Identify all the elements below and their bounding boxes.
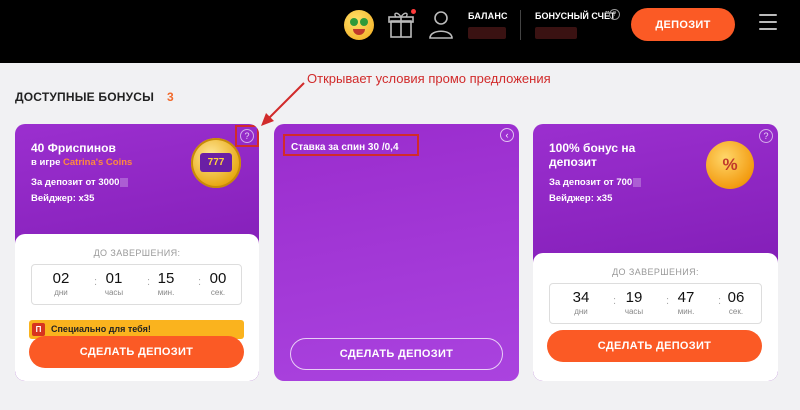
make-deposit-button[interactable]: СДЕЛАТЬ ДЕПОЗИТ [29, 336, 244, 368]
make-deposit-button-outline[interactable]: СДЕЛАТЬ ДЕПОЗИТ [290, 338, 503, 370]
help-question-icon[interactable]: ? [240, 129, 254, 143]
back-chevron-icon[interactable]: ‹ [500, 128, 514, 142]
balance-label: БАЛАНС [468, 11, 508, 21]
timer-seconds: 06 сек. [727, 289, 745, 316]
notification-dot [411, 9, 416, 14]
card-wager-line: Вейджер: x35 [549, 193, 613, 204]
annotation-arrow-icon [261, 82, 305, 126]
timer-caption: ДО ЗАВЕРШЕНИЯ: [93, 248, 181, 258]
timer-days: 34 дни [572, 289, 590, 316]
deposit-text: За депозит от 3000 [31, 177, 120, 188]
card-title: 40 Фриспинов [31, 141, 116, 155]
game-name-link[interactable]: Catrina's Coins [63, 157, 132, 168]
card-title-line2: депозит [549, 155, 597, 169]
card-wager-line: Вейджер: x35 [31, 193, 95, 204]
timer-hours: 19 часы [624, 289, 644, 316]
menu-icon[interactable] [759, 14, 777, 32]
card-deposit-line: За депозит от 700 [549, 177, 642, 188]
money-face-emoji-icon[interactable] [344, 10, 374, 40]
card-title: 100% бонус на депозит [549, 141, 635, 169]
currency-redacted [633, 177, 642, 187]
slot-machine-icon: 777 [191, 138, 241, 188]
timer-hours: 01 часы [104, 270, 124, 297]
bonus-card-conditions: Ставка за спин 30 /0,4 ‹ СДЕЛАТЬ ДЕПОЗИТ [274, 124, 519, 381]
card-timer-panel: ДО ЗАВЕРШЕНИЯ: 02 дни : 01 часы : 15 мин. :… [15, 234, 259, 381]
timer-caption: ДО ЗАВЕРШЕНИЯ: [612, 267, 699, 277]
special-gift-icon: П [32, 323, 45, 336]
card-deposit-line: За депозит от 3000 [31, 177, 129, 188]
bonus-account-label: БОНУСНЫЙ СЧЁТ [535, 11, 616, 21]
countdown-timer: 02 дни : 01 часы : 15 мин. : 00 сек. [31, 264, 242, 305]
card-title-line1: 100% бонус на [549, 141, 636, 155]
timer-days: 02 дни [52, 270, 70, 297]
timer-minutes: 47 мин. [677, 289, 695, 316]
annotation-text: Открывает условия промо предложения [307, 71, 551, 86]
header-deposit-button[interactable]: ДЕПОЗИТ [631, 8, 735, 41]
bonus-card-deposit: 100% бонус на депозит За депозит от 700 … [533, 124, 778, 381]
bonus-card-freespins: 40 Фриспинов в игре Catrina's Coins За д… [15, 124, 259, 381]
percent-coin-icon: % [706, 141, 754, 189]
slot-label: 777 [200, 153, 232, 172]
make-deposit-button[interactable]: СДЕЛАТЬ ДЕПОЗИТ [547, 330, 762, 362]
bonus-value-redacted [535, 27, 577, 39]
currency-redacted [120, 177, 129, 187]
countdown-timer: 34 дни : 19 часы : 47 мин. : 06 сек. [549, 283, 762, 324]
user-icon[interactable] [427, 9, 455, 39]
special-offer-text: Специально для тебя! [51, 324, 151, 334]
deposit-text: За депозит от 700 [549, 177, 633, 188]
gift-icon[interactable] [387, 10, 415, 40]
bonus-help-icon[interactable]: ? [609, 9, 620, 20]
section-title: ДОСТУПНЫЕ БОНУСЫ [15, 90, 155, 104]
help-question-icon[interactable]: ? [759, 129, 773, 143]
balance-value-redacted [468, 27, 506, 39]
bonus-count-badge: 3 [167, 90, 174, 104]
header-divider [520, 10, 521, 40]
card-game-line: в игре Catrina's Coins [31, 157, 132, 168]
top-bar: БАЛАНС БОНУСНЫЙ СЧЁТ ? ДЕПОЗИТ [0, 0, 800, 63]
game-prefix: в игре [31, 157, 61, 168]
timer-minutes: 15 мин. [157, 270, 175, 297]
card-timer-panel: ДО ЗАВЕРШЕНИЯ: 34 дни : 19 часы : 47 мин. :… [533, 253, 778, 381]
spin-bet-text: Ставка за спин 30 /0,4 [291, 142, 399, 153]
timer-seconds: 00 сек. [209, 270, 227, 297]
